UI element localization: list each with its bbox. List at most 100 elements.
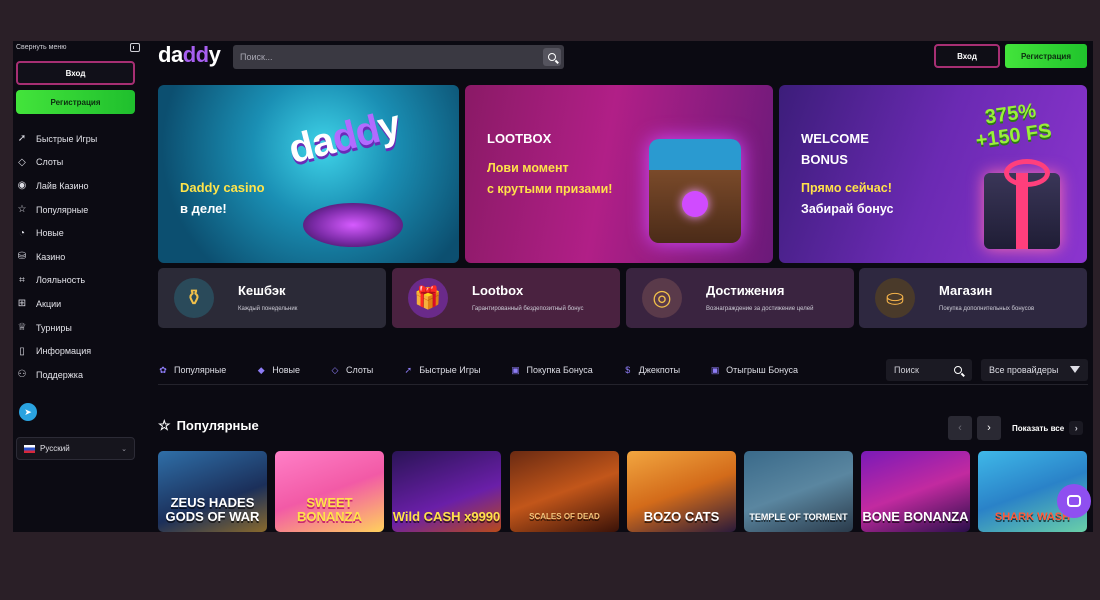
- divider: [158, 384, 1088, 385]
- games-search-input[interactable]: Поиск: [886, 359, 972, 381]
- game-card[interactable]: Wild CASH x9990: [392, 451, 501, 532]
- target-icon: ◎: [642, 278, 682, 318]
- sidebar-item-loyalty[interactable]: ⌗ Лояльность: [16, 269, 141, 293]
- drop-icon: ◆: [257, 364, 265, 375]
- sidebar-item-new[interactable]: ◔ Новые: [16, 221, 141, 245]
- live-icon: ◉: [17, 180, 27, 192]
- support-icon: ⚇: [17, 369, 27, 381]
- search-placeholder: Поиск...: [240, 52, 273, 62]
- banner-line1: Прямо сейчас!: [801, 181, 892, 195]
- sidebar-item-label: Слоты: [36, 157, 64, 168]
- banner-title-line2: BONUS: [801, 152, 848, 167]
- filter-label: Джекпоты: [638, 365, 681, 375]
- promo-title: Достижения: [706, 283, 785, 298]
- cashback-icon: ⚱: [174, 278, 214, 318]
- filter-label: Отыгрыш Бонуса: [726, 365, 798, 375]
- sidebar-item-label: Лояльность: [36, 275, 86, 286]
- promo-achievements[interactable]: ◎ Достижения Вознаграждение за достижени…: [626, 268, 854, 328]
- bonus-badge: 375% +150 FS: [971, 98, 1052, 152]
- app-window: Свернуть меню Вход Регистрация ➚ Быстрые …: [13, 41, 1093, 532]
- banner-subtitle: Прямо сейчас! Забирай бонус: [801, 178, 893, 220]
- banner-lootbox[interactable]: LOOTBOX Лови момент с крутыми призами!: [465, 85, 773, 263]
- banner-line1: Лови момент: [487, 161, 569, 175]
- banner-welcome-bonus[interactable]: 375% +150 FS WELCOME BONUS Прямо сейчас!…: [779, 85, 1087, 263]
- popular-section-header: ☆ Популярные: [158, 417, 259, 434]
- show-all-link[interactable]: Показать все ›: [1012, 421, 1084, 435]
- gift-icon: 🎁: [408, 278, 448, 318]
- promo-lootbox[interactable]: 🎁 Lootbox Гарантированный бездепозитный …: [392, 268, 620, 328]
- games-search-label: Поиск: [894, 365, 919, 375]
- sidebar-item-label: Турниры: [36, 322, 72, 333]
- header-search-input[interactable]: Поиск...: [233, 45, 564, 69]
- daddy-logo[interactable]: daddy: [158, 43, 221, 67]
- sidebar-item-label: Популярные: [36, 204, 89, 215]
- header-register-button[interactable]: Регистрация: [1005, 44, 1087, 68]
- search-button[interactable]: [543, 48, 561, 66]
- sidebar-item-fast-games[interactable]: ➚ Быстрые Игры: [16, 127, 141, 151]
- sidebar-item-slots[interactable]: ◇ Слоты: [16, 151, 141, 175]
- game-title: BOZO CATS: [643, 509, 720, 524]
- filter-label: Покупка Бонуса: [526, 365, 593, 375]
- sidebar-item-label: Казино: [36, 251, 66, 262]
- sidebar-item-label: Поддержка: [36, 369, 83, 380]
- sidebar-item-label: Новые: [36, 228, 64, 239]
- banner-line2: Забирай бонус: [801, 202, 894, 216]
- banner-line1: Daddy casino: [180, 180, 265, 195]
- carousel-prev-button[interactable]: ‹: [948, 416, 972, 440]
- game-card[interactable]: SCALES OF DEAD: [510, 451, 619, 532]
- filter-bonus-wagering[interactable]: ▣ Отыгрыш Бонуса: [710, 365, 798, 376]
- diamond-icon: ◇: [18, 156, 26, 168]
- banner-daddy-casino[interactable]: daddy Daddy casino в деле!: [158, 85, 459, 263]
- chevron-right-icon: ›: [987, 422, 991, 434]
- gift-box-graphic: [984, 159, 1060, 249]
- sidebar-item-information[interactable]: ▯ Информация: [16, 339, 141, 363]
- sidebar-login-button[interactable]: Вход: [16, 61, 135, 85]
- sidebar-item-tournaments[interactable]: ♕ Турниры: [16, 316, 141, 340]
- header-login-button[interactable]: Вход: [934, 44, 1000, 68]
- russia-flag-icon: [24, 444, 35, 453]
- filter-jackpots[interactable]: $ Джекпоты: [623, 365, 680, 375]
- filter-bonus-buy[interactable]: ▣ Покупка Бонуса: [510, 365, 593, 376]
- rocket-icon: ➚: [17, 133, 27, 145]
- carousel-next-button[interactable]: ›: [977, 416, 1001, 440]
- banner-title: LOOTBOX: [487, 131, 552, 146]
- language-select[interactable]: Русский ⌄: [16, 437, 135, 460]
- section-title: Популярные: [176, 418, 259, 433]
- telegram-icon[interactable]: ➤: [19, 403, 37, 421]
- game-title: ZEUS HADES GODS OF WAR: [165, 495, 260, 524]
- banner-text: Daddy casino в деле!: [180, 177, 265, 219]
- category-filters: ✿ Популярные ◆ Новые ◇ Слоты ➚ Быстрые Игры …: [158, 359, 1088, 385]
- chevron-left-icon: ‹: [958, 422, 962, 434]
- promo-title: Магазин: [939, 283, 993, 298]
- chat-support-button[interactable]: [1057, 484, 1091, 518]
- sidebar-register-button[interactable]: Регистрация: [16, 90, 135, 114]
- game-card[interactable]: SWEET BONANZA: [275, 451, 384, 532]
- collapse-icon[interactable]: [130, 42, 140, 52]
- promo-shop[interactable]: ⛀ Магазин Покупка дополнительных бонусов: [859, 268, 1087, 328]
- sidebar-item-promotions[interactable]: ⊞ Акции: [16, 292, 141, 316]
- banner-line2: в деле!: [180, 201, 227, 216]
- sidebar-item-popular[interactable]: ☆ Популярные: [16, 198, 141, 222]
- filter-label: Быстрые Игры: [419, 365, 481, 375]
- game-card[interactable]: TEMPLE OF TORMENT: [744, 451, 853, 532]
- sidebar-item-casino[interactable]: ⛁ Казино: [16, 245, 141, 269]
- game-title: SWEET BONANZA: [297, 495, 362, 524]
- collapse-menu-label: Свернуть меню: [16, 43, 67, 51]
- filter-new[interactable]: ◆ Новые: [256, 364, 300, 376]
- sidebar-item-live-casino[interactable]: ◉ Лайв Казино: [16, 174, 141, 198]
- game-card[interactable]: ZEUS HADES GODS OF WAR: [158, 451, 267, 532]
- filter-slots[interactable]: ◇ Слоты: [330, 365, 374, 376]
- banner-title-line1: WELCOME: [801, 131, 869, 146]
- rocket-icon: ➚: [404, 364, 413, 375]
- sidebar-item-support[interactable]: ⚇ Поддержка: [16, 363, 141, 387]
- promo-cashback[interactable]: ⚱ Кешбэк Каждый понедельник: [158, 268, 386, 328]
- filter-fast-games[interactable]: ➚ Быстрые Игры: [403, 364, 481, 376]
- popular-icon: ✿: [159, 364, 167, 375]
- game-card[interactable]: BONE BONANZA: [861, 451, 970, 532]
- filter-popular[interactable]: ✿ Популярные: [158, 364, 226, 376]
- collapse-menu[interactable]: Свернуть меню: [16, 41, 140, 53]
- providers-dropdown[interactable]: Все провайдеры: [981, 359, 1088, 381]
- sidebar-item-label: Информация: [36, 346, 92, 357]
- game-card[interactable]: BOZO CATS: [627, 451, 736, 532]
- sidebar: Свернуть меню Вход Регистрация ➚ Быстрые …: [13, 41, 150, 532]
